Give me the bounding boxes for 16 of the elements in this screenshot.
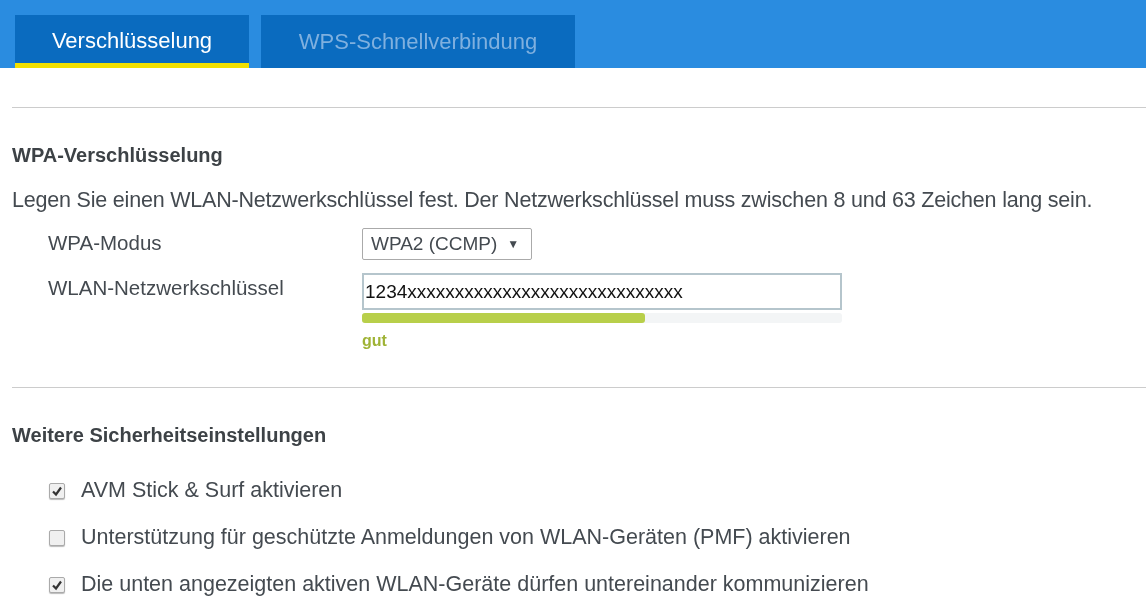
field-label: WPA-Modus	[48, 230, 163, 256]
tab[interactable]: Verschlüsselung	[15, 15, 249, 68]
checkbox[interactable]	[49, 482, 65, 499]
caret-icon: ▼	[507, 237, 520, 251]
mode-dropdown[interactable]: WPA2 (CCMP) ▼	[362, 228, 532, 260]
description-text: Legen Sie einen WLAN-Netzwerkschlüssel fest. Der Netzwerkschlüssel muss zwischen 8 und 63 Zeichen lang sein.	[12, 188, 1094, 213]
strength-label: gut	[362, 332, 387, 350]
option-label: AVM Stick & Surf aktivieren	[81, 478, 343, 503]
option-label: Die unten angezeigten aktiven WLAN-Geräte dürfen untereinander kommunizieren	[81, 572, 869, 597]
field-label: WLAN-Netzwerkschlüssel	[48, 275, 285, 301]
section-heading: WPA-Verschlüsselung	[12, 144, 224, 168]
section-heading: Weitere Sicherheitseinstellungen	[12, 424, 328, 448]
option-label: Unterstützung für geschützte Anmeldungen von WLAN-Geräten (PMF) aktivieren	[81, 525, 851, 550]
checkbox[interactable]	[49, 529, 65, 546]
checkbox[interactable]	[49, 576, 65, 593]
key-input-field[interactable]: 1234xxxxxxxxxxxxxxxxxxxxxxxxxxxxx	[362, 273, 842, 310]
